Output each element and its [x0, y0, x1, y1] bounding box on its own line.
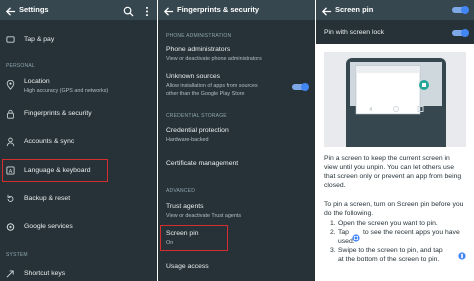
settings-item-google-services[interactable]: Google services	[24, 223, 73, 230]
security-item-phone-administrators[interactable]: Phone administrators	[166, 46, 230, 53]
backup-icon	[6, 194, 15, 203]
fingerprints-security-panel: Fingerprints & security PHONE ADMINISTRA…	[158, 0, 315, 281]
shortcut-icon	[6, 270, 15, 279]
trust-agents-summary: View or deactivate Trust agents	[166, 213, 242, 219]
section-phone-administration: PHONE ADMINISTRATION	[166, 33, 232, 39]
screen-pin-highlight	[160, 225, 228, 251]
phone-administrators-summary: View or deactivate phone administrators	[166, 56, 262, 62]
screen-pin-appbar: Screen pin	[316, 0, 474, 20]
google-icon	[6, 222, 15, 231]
description-line-4: closed.	[324, 182, 346, 189]
howto-line-2: do the following.	[324, 210, 374, 217]
howto-line-1: To pin a screen, turn on Screen pin befo…	[324, 201, 464, 208]
description-line-2: view until you unpin. You can let others…	[324, 164, 454, 171]
section-personal: PERSONAL	[6, 63, 35, 69]
settings-appbar: Settings	[0, 0, 157, 20]
security-appbar: Fingerprints & security	[158, 0, 315, 20]
back-arrow-icon[interactable]	[5, 4, 16, 22]
step-1-text: Open the screen you want to pin.	[338, 220, 438, 227]
description-line-3: that screen only or prevent an app from …	[324, 173, 462, 180]
security-item-certificate-management[interactable]: Certificate management	[166, 160, 238, 167]
svg-text:A: A	[9, 169, 13, 175]
description-line-1: Pin a screen to keep the current screen …	[324, 155, 450, 162]
pin-icon	[458, 247, 466, 265]
section-advanced: ADVANCED	[166, 188, 196, 194]
step-3-number: 3.	[330, 247, 336, 254]
step-3-text-a: Swipe to the screen to pin, and tap	[338, 247, 443, 254]
unknown-sources-summary-2: other than the Google Play Store	[166, 91, 245, 97]
screen-pin-master-toggle[interactable]	[450, 5, 470, 15]
back-arrow-icon[interactable]	[163, 4, 174, 22]
pin-with-lock-row: Pin with screen lock	[316, 20, 474, 44]
screen-pin-illustration	[324, 52, 466, 147]
pin-with-screen-lock-label: Pin with screen lock	[324, 29, 385, 36]
screen-pin-summary: On	[166, 240, 174, 246]
security-item-credential-protection[interactable]: Credential protection	[166, 127, 229, 134]
settings-item-shortcut-keys[interactable]: Shortcut keys	[24, 270, 65, 277]
security-item-screen-pin[interactable]: Screen pin	[166, 230, 199, 237]
lock-icon	[6, 109, 15, 119]
step-3-text-b: at the bottom of the screen to pin.	[338, 256, 440, 263]
step-2-text-b: to see the recent apps you have	[363, 229, 460, 236]
step-2-text-c: used.	[338, 238, 355, 245]
settings-item-backup-reset[interactable]: Backup & reset	[24, 195, 70, 202]
settings-item-location[interactable]: Location	[24, 78, 50, 85]
keyboard-icon: A	[6, 166, 15, 175]
step-1-number: 1.	[330, 220, 336, 227]
page-title: Screen pin	[335, 5, 374, 14]
search-icon[interactable]	[123, 4, 134, 22]
unknown-sources-summary-1: Allow installation of apps from sources	[166, 83, 258, 89]
security-item-usage-access[interactable]: Usage access	[166, 263, 209, 270]
tap-pay-icon	[6, 35, 15, 44]
settings-item-tap-pay[interactable]: Tap & pay	[24, 36, 54, 43]
settings-item-accounts-sync[interactable]: Accounts & sync	[24, 138, 74, 145]
settings-item-language-keyboard[interactable]: Language & keyboard	[24, 167, 91, 174]
unknown-sources-toggle[interactable]	[290, 82, 310, 92]
security-item-unknown-sources[interactable]: Unknown sources	[166, 73, 220, 80]
pin-with-screen-lock-toggle[interactable]	[450, 28, 470, 38]
credential-protection-summary: Hardware-backed	[166, 137, 209, 143]
settings-panel: Settings Tap & pay PERSONAL Location Hig…	[0, 0, 157, 281]
page-title: Fingerprints & security	[177, 5, 260, 14]
section-credential-storage: CREDENTIAL STORAGE	[166, 113, 227, 119]
account-icon	[6, 137, 15, 146]
location-icon	[6, 79, 15, 90]
settings-item-fingerprints-security[interactable]: Fingerprints & security	[24, 110, 92, 117]
page-title: Settings	[19, 5, 49, 14]
screen-pin-panel: Screen pin Pin with screen lock Pin a sc…	[316, 0, 474, 281]
more-options-icon[interactable]	[145, 4, 149, 22]
step-2-text-a: Tap	[338, 229, 349, 236]
step-2-number: 2.	[330, 229, 336, 236]
location-summary: High accuracy (GPS and networks)	[24, 88, 109, 94]
security-item-trust-agents[interactable]: Trust agents	[166, 203, 204, 210]
section-system: SYSTEM	[6, 252, 28, 258]
